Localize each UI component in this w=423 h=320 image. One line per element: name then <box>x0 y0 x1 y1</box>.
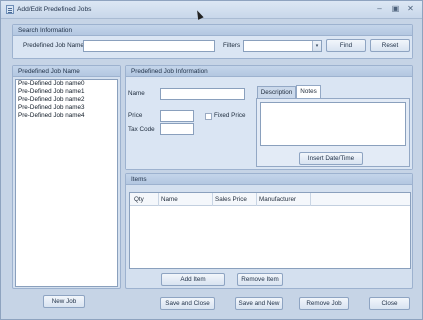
items-grid[interactable]: Qty Name Sales Price Manufacturer <box>129 192 411 269</box>
job-info-header: Predefined Job Information <box>126 66 412 77</box>
add-item-button[interactable]: Add Item <box>161 273 225 286</box>
tab-notes[interactable]: Notes <box>296 85 321 98</box>
save-and-new-button[interactable]: Save and New <box>235 297 283 310</box>
close-button[interactable]: Close <box>369 297 410 310</box>
remove-item-button[interactable]: Remove Item <box>237 273 283 286</box>
close-window-icon[interactable]: ✕ <box>406 5 415 13</box>
job-list-group: Predefined Job Name Pre-Defined Job name… <box>12 65 121 289</box>
save-and-close-button[interactable]: Save and Close <box>160 297 215 310</box>
app-icon <box>6 5 14 14</box>
job-name-search-label: Predefined Job Name <box>23 42 84 49</box>
list-item[interactable]: Pre-Defined Job name0 <box>16 80 117 88</box>
job-name-search-input[interactable] <box>83 40 215 52</box>
filters-select[interactable]: ▾ <box>243 40 322 52</box>
reset-button[interactable]: Reset <box>370 39 410 52</box>
list-item[interactable]: Pre-Defined Job name4 <box>16 112 117 120</box>
job-info-group: Predefined Job Information Name Price Fi… <box>125 65 413 170</box>
price-input[interactable] <box>160 110 194 122</box>
new-job-button[interactable]: New Job <box>43 295 85 308</box>
search-group-header: Search Information <box>13 25 412 36</box>
items-group: Items Qty Name Sales Price Manufacturer … <box>125 173 413 289</box>
find-button[interactable]: Find <box>326 39 366 52</box>
list-item[interactable]: Pre-Defined Job name2 <box>16 96 117 104</box>
tab-description[interactable]: Description <box>257 86 296 98</box>
column-header-sales-price[interactable]: Sales Price <box>213 193 257 206</box>
filters-label: Filters <box>223 42 241 49</box>
fixed-price-checkbox[interactable] <box>205 113 212 120</box>
window-title: Add/Edit Predefined Jobs <box>17 6 92 13</box>
notes-textarea[interactable] <box>260 102 406 146</box>
chevron-down-icon[interactable]: ▾ <box>312 41 321 51</box>
title-bar: Add/Edit Predefined Jobs ‒ ▣ ✕ <box>1 1 422 19</box>
search-group: Search Information Predefined Job Name F… <box>12 24 413 59</box>
restore-icon[interactable]: ▣ <box>391 5 400 13</box>
name-input[interactable] <box>160 88 245 100</box>
name-label: Name <box>128 90 145 97</box>
fixed-price-label: Fixed Price <box>214 112 246 119</box>
items-grid-header: Qty Name Sales Price Manufacturer <box>130 193 410 206</box>
job-listbox[interactable]: Pre-Defined Job name0 Pre-Defined Job na… <box>15 79 118 287</box>
column-header-name[interactable]: Name <box>159 193 213 206</box>
notes-tab-panel: Insert Date/Time <box>256 98 410 167</box>
minimize-icon[interactable]: ‒ <box>375 5 384 13</box>
list-item[interactable]: Pre-Defined Job name1 <box>16 88 117 96</box>
items-header: Items <box>126 174 412 185</box>
column-header-qty[interactable]: Qty <box>132 193 159 206</box>
price-label: Price <box>128 112 143 119</box>
job-list-header: Predefined Job Name <box>13 66 120 77</box>
insert-date-time-button[interactable]: Insert Date/Time <box>299 152 363 165</box>
tax-code-label: Tax Code <box>128 126 155 133</box>
window: Add/Edit Predefined Jobs ‒ ▣ ✕ Search In… <box>0 0 423 320</box>
tax-code-input[interactable] <box>160 123 194 135</box>
remove-job-button[interactable]: Remove Job <box>299 297 349 310</box>
column-header-manufacturer[interactable]: Manufacturer <box>257 193 311 206</box>
list-item[interactable]: Pre-Defined Job name3 <box>16 104 117 112</box>
